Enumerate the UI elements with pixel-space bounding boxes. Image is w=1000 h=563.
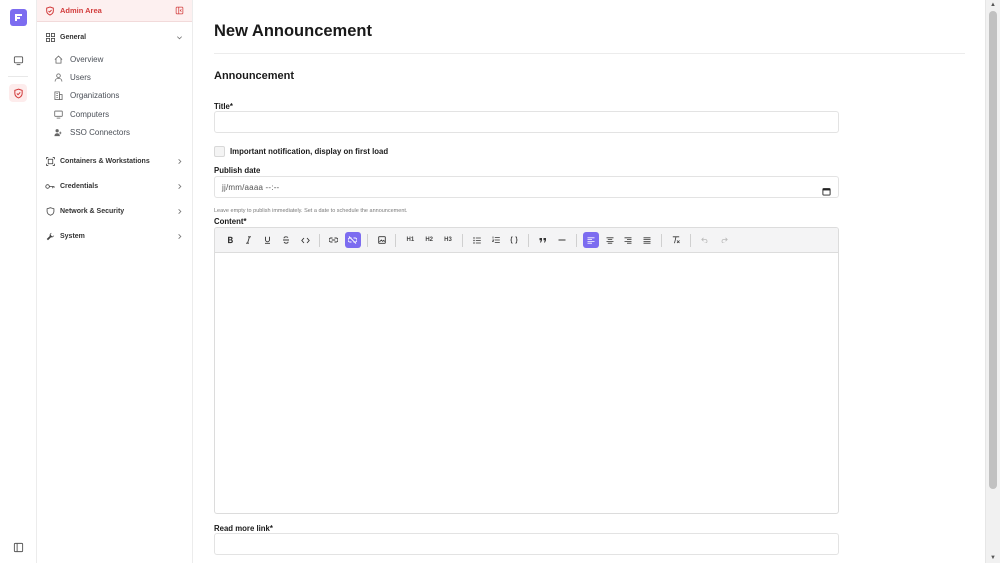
container-icon (45, 157, 55, 167)
sidebar-group-credentials[interactable]: Credentials (37, 174, 192, 199)
heading-2-button[interactable]: H2 (421, 232, 437, 248)
toolbar-separator (689, 233, 691, 247)
sidebar-group-label: Network & Security (60, 208, 125, 216)
heading-1-button[interactable]: H1 (402, 232, 418, 248)
ordered-list-icon[interactable] (488, 232, 504, 248)
monitor-icon[interactable] (9, 51, 27, 69)
align-right-icon[interactable] (620, 232, 636, 248)
sidebar-item-label: SSO Connectors (70, 127, 131, 137)
sidebar-item-label: Overview (70, 54, 104, 64)
bold-icon[interactable] (222, 232, 238, 248)
editor-toolbar: H1 H2 H3 (215, 228, 838, 253)
admin-shield-icon[interactable] (9, 84, 27, 102)
sidebar-item-sso-connectors[interactable]: SSO Connectors (37, 123, 192, 141)
app-logo-icon[interactable] (10, 9, 27, 26)
app-rail (0, 0, 37, 563)
section-title: Announcement (214, 70, 295, 82)
publish-date-input[interactable]: jj/mm/aaaa --:-- (214, 176, 839, 198)
read-more-input[interactable] (214, 533, 839, 555)
key-icon (45, 182, 55, 192)
clear-format-icon[interactable] (668, 232, 684, 248)
collapse-sidebar-icon[interactable] (174, 6, 184, 16)
important-checkbox-label: Important notification, display on first… (230, 147, 389, 156)
home-icon (53, 54, 63, 64)
code-block-icon[interactable] (506, 232, 522, 248)
toolbar-separator (395, 233, 397, 247)
quote-icon[interactable] (535, 232, 551, 248)
read-more-label: Read more link* (214, 524, 273, 533)
heading-3-button[interactable]: H3 (440, 232, 456, 248)
toolbar-separator (575, 233, 577, 247)
sidebar-item-computers[interactable]: Computers (37, 105, 192, 123)
calendar-icon[interactable] (822, 183, 831, 201)
user-key-icon (53, 127, 63, 137)
scroll-down-icon[interactable]: ▼ (989, 554, 997, 562)
scrollbar-thumb[interactable] (989, 11, 997, 489)
main-content: New Announcement Announcement Title* Imp… (193, 0, 985, 563)
publish-date-help: Leave empty to publish immediately. Set … (214, 208, 408, 214)
sidebar-item-label: Users (70, 72, 91, 82)
toolbar-separator (528, 233, 530, 247)
admin-sidebar: Admin Area General Overview Users Organi… (37, 0, 193, 563)
sidebar-group-label: Containers & Workstations (60, 158, 150, 166)
sidebar-item-users[interactable]: Users (37, 68, 192, 86)
content-editor[interactable]: H1 H2 H3 (214, 227, 839, 514)
publish-date-label: Publish date (214, 166, 261, 175)
undo-icon[interactable] (697, 232, 713, 248)
chevron-right-icon (174, 157, 184, 167)
code-icon[interactable] (297, 232, 313, 248)
sidebar-item-organizations[interactable]: Organizations (37, 87, 192, 105)
sidebar-group-system[interactable]: System (37, 224, 192, 249)
align-center-icon[interactable] (602, 232, 618, 248)
admin-area-header: Admin Area (37, 0, 192, 22)
horizontal-rule-icon[interactable] (554, 232, 570, 248)
chevron-right-icon (174, 207, 184, 217)
align-justify-icon[interactable] (639, 232, 655, 248)
shield-icon (45, 207, 55, 217)
underline-icon[interactable] (260, 232, 276, 248)
image-icon[interactable] (374, 232, 390, 248)
admin-area-title: Admin Area (60, 6, 102, 15)
align-left-icon[interactable] (582, 232, 599, 248)
sidebar-group-general[interactable]: General (37, 25, 192, 50)
page-title: New Announcement (214, 22, 372, 40)
italic-icon[interactable] (241, 232, 257, 248)
toolbar-separator (366, 233, 368, 247)
toolbar-separator (461, 233, 463, 247)
sidebar-group-containers-workstations[interactable]: Containers & Workstations (37, 149, 192, 174)
toolbar-separator (318, 233, 320, 247)
sidebar-item-overview[interactable]: Overview (37, 50, 192, 68)
user-icon (53, 72, 63, 82)
publish-date-placeholder: jj/mm/aaaa --:-- (222, 183, 280, 192)
content-label: Content* (214, 217, 247, 226)
building-icon (53, 91, 63, 101)
link-icon[interactable] (326, 232, 342, 248)
sidebar-item-label: Organizations (70, 91, 120, 101)
bullet-list-icon[interactable] (469, 232, 485, 248)
scroll-up-icon[interactable]: ▲ (989, 1, 997, 9)
strikethrough-icon[interactable] (278, 232, 294, 248)
monitor-icon (53, 109, 63, 119)
wrench-icon (45, 232, 55, 242)
grid-icon (45, 33, 55, 43)
rail-divider (8, 76, 28, 77)
chevron-right-icon (174, 232, 184, 242)
sidebar-toggle-icon[interactable] (9, 538, 27, 556)
title-label: Title* (214, 102, 233, 111)
important-checkbox[interactable] (214, 146, 225, 157)
unlink-icon[interactable] (344, 232, 361, 248)
title-input[interactable] (214, 111, 839, 133)
chevron-down-icon (174, 33, 184, 43)
sidebar-group-label: Credentials (60, 183, 99, 191)
sidebar-group-label: General (60, 34, 87, 41)
shield-icon (45, 5, 55, 16)
toolbar-separator (660, 233, 662, 247)
header-divider (214, 53, 965, 54)
chevron-right-icon (174, 182, 184, 192)
sidebar-group-label: System (60, 233, 85, 241)
page-scrollbar[interactable]: ▲ ▼ (985, 0, 1000, 563)
sidebar-item-label: Computers (70, 109, 110, 119)
redo-icon[interactable] (716, 232, 732, 248)
sidebar-group-network-security[interactable]: Network & Security (37, 199, 192, 224)
